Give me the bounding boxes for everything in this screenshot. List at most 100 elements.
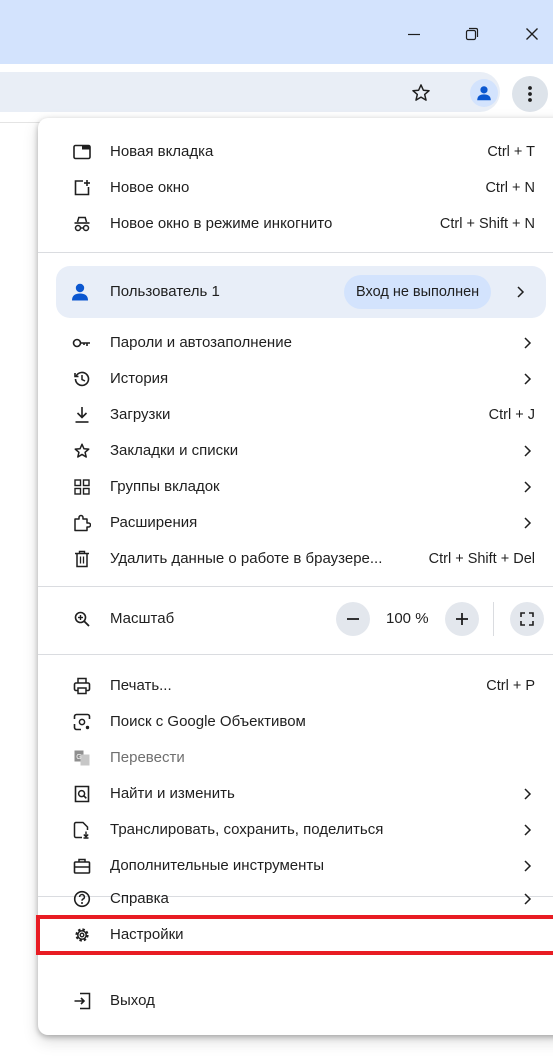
zoom-icon: [72, 609, 92, 629]
menu-item-label: Найти и изменить: [110, 785, 235, 802]
menu-item-passwords[interactable]: Пароли и автозаполнение: [38, 325, 553, 361]
menu-item-help[interactable]: Справка: [38, 881, 553, 917]
star-icon: [72, 441, 92, 461]
incognito-icon: [72, 214, 92, 234]
fullscreen-button[interactable]: [510, 602, 544, 636]
zoom-out-button[interactable]: [336, 602, 370, 636]
shortcut-text: Ctrl + P: [486, 678, 535, 694]
zoom-label: Масштаб: [110, 610, 175, 627]
chrome-main-menu: Новая вкладка Ctrl + T Новое окно Ctrl +…: [38, 118, 553, 1035]
close-window-button[interactable]: [512, 20, 552, 48]
minus-icon: [347, 618, 359, 620]
chevron-right-icon: [519, 335, 535, 351]
minimize-icon: [408, 33, 420, 36]
new-window-icon: [72, 178, 92, 198]
zoom-value: 100 %: [386, 610, 429, 627]
profile-row[interactable]: Пользователь 1 Вход не выполнен: [56, 266, 546, 318]
menu-item-label: Закладки и списки: [110, 442, 239, 459]
new-tab-icon: [72, 142, 92, 162]
menu-item-print[interactable]: Печать... Ctrl + P: [38, 668, 553, 704]
chrome-menu-button[interactable]: [512, 76, 548, 112]
chevron-right-icon: [519, 858, 535, 874]
menu-item-label: Новая вкладка: [110, 143, 214, 160]
profile-name: Пользователь 1: [110, 283, 220, 300]
menu-item-clear-browsing-data[interactable]: Удалить данные о работе в браузере... Ct…: [38, 541, 553, 577]
translate-icon: G: [72, 748, 92, 768]
menu-item-bookmarks[interactable]: Закладки и списки: [38, 433, 553, 469]
restore-button[interactable]: [452, 20, 492, 48]
menu-item-label: Группы вкладок: [110, 478, 220, 495]
menu-item-label: Пароли и автозаполнение: [110, 334, 292, 351]
menu-item-label: Выход: [110, 992, 155, 1009]
chevron-right-icon: [519, 371, 535, 387]
chevron-right-icon: [519, 891, 535, 907]
menu-item-history[interactable]: История: [38, 361, 553, 397]
menu-item-label: Поиск с Google Объективом: [110, 713, 306, 730]
menu-item-label: Дополнительные инструменты: [110, 857, 325, 874]
svg-text:G: G: [76, 754, 81, 761]
minimize-button[interactable]: [394, 20, 434, 48]
chevron-right-icon: [519, 786, 535, 802]
shortcut-text: Ctrl + Shift + Del: [428, 551, 535, 567]
print-icon: [72, 676, 92, 696]
menu-item-translate: G Перевести: [38, 740, 553, 776]
menu-item-new-window[interactable]: Новое окно Ctrl + N: [38, 170, 553, 206]
menu-divider: [38, 586, 553, 587]
close-icon: [526, 28, 538, 40]
cast-icon: [72, 820, 92, 840]
chevron-right-icon: [519, 479, 535, 495]
menu-item-label: Новое окно в режиме инкогнито: [110, 215, 333, 232]
lens-icon: [72, 712, 92, 732]
menu-item-label: Загрузки: [110, 406, 171, 423]
sign-in-status-badge[interactable]: Вход не выполнен: [344, 275, 492, 309]
menu-item-more-tools[interactable]: Дополнительные инструменты: [38, 848, 553, 884]
menu-item-extensions[interactable]: Расширения: [38, 505, 553, 541]
profile-avatar-icon: [477, 86, 491, 101]
key-icon: [72, 333, 92, 353]
toolbox-icon: [72, 856, 92, 876]
shortcut-text: Ctrl + N: [485, 180, 535, 196]
chevron-right-icon: [519, 443, 535, 459]
profile-button[interactable]: [470, 79, 498, 107]
menu-item-label: Печать...: [110, 677, 172, 694]
download-icon: [72, 405, 92, 425]
menu-item-incognito[interactable]: Новое окно в режиме инкогнито Ctrl + Shi…: [38, 206, 553, 242]
shortcut-text: Ctrl + J: [488, 407, 535, 423]
menu-item-find-and-edit[interactable]: Найти и изменить: [38, 776, 553, 812]
menu-item-downloads[interactable]: Загрузки Ctrl + J: [38, 397, 553, 433]
menu-item-label: Перевести: [110, 749, 185, 766]
bookmark-star-button[interactable]: [409, 81, 433, 105]
menu-item-label: История: [110, 370, 169, 387]
menu-item-label: Транслировать, сохранить, поделиться: [110, 821, 384, 838]
restore-icon: [465, 27, 479, 41]
chevron-right-icon: [519, 515, 535, 531]
trash-icon: [72, 549, 92, 569]
bookmark-star-icon: [412, 84, 430, 101]
menu-item-new-tab[interactable]: Новая вкладка Ctrl + T: [38, 134, 553, 170]
menu-item-label: Удалить данные о работе в браузере...: [110, 550, 383, 567]
settings-highlight-box: [36, 915, 553, 955]
extension-icon: [72, 513, 92, 533]
chevron-right-icon: [512, 284, 528, 300]
kebab-menu-icon: [528, 86, 532, 102]
find-icon: [72, 784, 92, 804]
exit-icon: [72, 991, 92, 1011]
menu-divider: [38, 654, 553, 655]
menu-item-tab-groups[interactable]: Группы вкладок: [38, 469, 553, 505]
browser-toolbar: [0, 64, 553, 123]
menu-item-cast-save-share[interactable]: Транслировать, сохранить, поделиться: [38, 812, 553, 848]
zoom-divider: [493, 602, 494, 636]
fullscreen-icon: [520, 612, 534, 626]
window-titlebar: [0, 0, 553, 64]
shortcut-text: Ctrl + Shift + N: [439, 216, 535, 232]
menu-item-label: Справка: [110, 890, 169, 907]
menu-item-google-lens[interactable]: Поиск с Google Объективом: [38, 704, 553, 740]
plus-icon: [456, 613, 468, 625]
zoom-in-button[interactable]: [445, 602, 479, 636]
help-icon: [72, 889, 92, 909]
menu-divider: [38, 252, 553, 253]
menu-item-label: Новое окно: [110, 179, 190, 196]
menu-item-exit[interactable]: Выход: [38, 983, 553, 1019]
tab-groups-icon: [72, 477, 92, 497]
shortcut-text: Ctrl + T: [487, 144, 535, 160]
